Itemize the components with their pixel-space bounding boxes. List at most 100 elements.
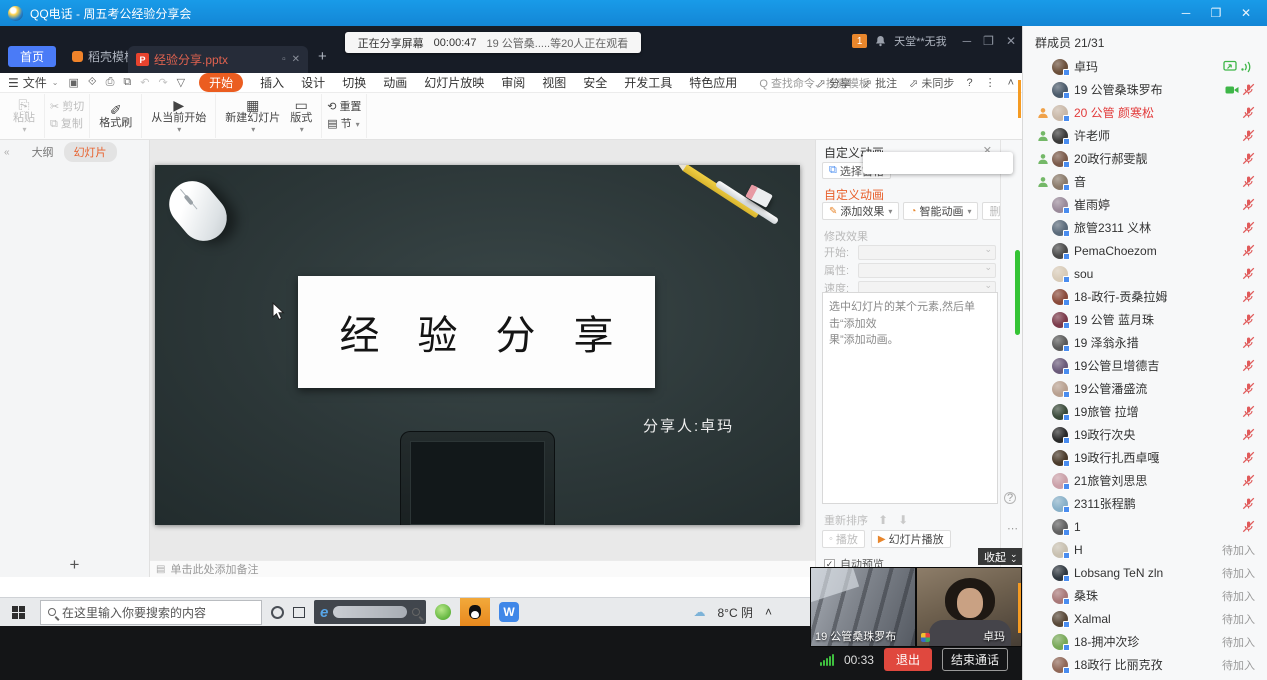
bell-icon[interactable]	[875, 35, 886, 47]
menu-tab-视图[interactable]: 视图	[542, 74, 566, 91]
ribbon-节[interactable]: ▤节▾	[327, 117, 361, 132]
member-row[interactable]: 19政行次央	[1023, 423, 1267, 446]
ribbon-复制[interactable]: ⧉复制	[50, 117, 84, 132]
menu-tab-切换[interactable]: 切换	[342, 74, 366, 91]
menu-tab-开发工具[interactable]: 开发工具	[624, 74, 672, 91]
more-icon[interactable]: ⋯	[1007, 522, 1018, 535]
smart-animation-button[interactable]: ◔智能动画▾	[903, 202, 978, 220]
quick-icon[interactable]: ▣	[68, 76, 78, 89]
tab-presentation-file[interactable]: P 经验分享.pptx ▫ ✕	[128, 46, 308, 73]
quick-icon[interactable]: ↷	[158, 76, 167, 89]
menu-end-icon[interactable]: ?	[966, 77, 972, 89]
move-up-icon[interactable]: ⬆	[878, 513, 888, 527]
member-row[interactable]: H待加入	[1023, 538, 1267, 561]
member-row[interactable]: 20政行郝雯靓	[1023, 147, 1267, 170]
member-row[interactable]: 2311张程鹏	[1023, 492, 1267, 515]
member-row[interactable]: 19 公管桑珠罗布	[1023, 78, 1267, 101]
menu-tab-插入[interactable]: 插入	[260, 74, 284, 91]
tab-close-icon[interactable]: ✕	[292, 54, 300, 65]
weather-text[interactable]: 8°C 阴	[718, 604, 753, 621]
add-slide-button[interactable]: +	[0, 555, 149, 575]
quick-icon[interactable]: ⎙	[106, 76, 115, 89]
ribbon-版式[interactable]: ▭版式▾	[286, 97, 316, 135]
member-row[interactable]: 崔雨婷	[1023, 193, 1267, 216]
animation-list-box[interactable]: 选中幻灯片的某个元素,然后单击“添加效 果”添加动画。	[822, 292, 998, 504]
member-row[interactable]: 卓玛	[1023, 55, 1267, 78]
wps-minimize-button[interactable]: ─	[963, 34, 972, 48]
right-tool-strip[interactable]	[1000, 140, 1022, 577]
quick-icon[interactable]: ↶	[140, 76, 149, 89]
member-row[interactable]: 音	[1023, 170, 1267, 193]
exit-button[interactable]: 退出	[884, 648, 932, 671]
property-select[interactable]	[858, 263, 996, 278]
start-select[interactable]	[858, 245, 996, 260]
collapse-panel-icon[interactable]: «	[4, 147, 10, 158]
cortana-icon[interactable]	[271, 606, 284, 619]
tab-pin-icon[interactable]: ▫	[282, 54, 286, 65]
member-row[interactable]: 桑珠待加入	[1023, 584, 1267, 607]
collapse-panel-button[interactable]: 收起 ⌄⌄	[978, 548, 1024, 565]
wps-maximize-button[interactable]: ❐	[983, 34, 994, 48]
account-name[interactable]: 天堂**无我	[894, 33, 947, 49]
tab-outline[interactable]: 大纲	[32, 144, 54, 160]
member-row[interactable]: 19旅管 拉增	[1023, 400, 1267, 423]
ribbon-格式刷[interactable]: ✐格式刷	[95, 102, 136, 131]
ribbon-新建幻灯片[interactable]: ▦新建幻灯片▾	[221, 97, 284, 135]
move-down-icon[interactable]: ⬇	[898, 513, 908, 527]
qq-taskbar-icon[interactable]	[460, 598, 490, 626]
browser-360-icon[interactable]	[435, 604, 451, 620]
menu-tab-开始[interactable]: 开始	[199, 73, 243, 92]
action-未同步[interactable]: ⬀ 未同步	[909, 75, 954, 91]
member-row[interactable]: 19公管潘盛流	[1023, 377, 1267, 400]
member-row[interactable]: 21旅管刘思思	[1023, 469, 1267, 492]
action-批注[interactable]: ⬀ 批注	[863, 75, 897, 91]
slide-title-box[interactable]: 经 验 分 享	[298, 276, 655, 388]
notes-bar[interactable]: ▤ 单击此处添加备注	[150, 560, 815, 577]
slideshow-button[interactable]: ▶幻灯片播放	[871, 530, 951, 548]
current-slide[interactable]: 经 验 分 享 分享人:卓玛	[155, 165, 800, 525]
new-tab-button[interactable]: +	[318, 48, 327, 65]
file-menu-button[interactable]: ☰ 文件 ⌄	[8, 74, 58, 91]
quick-icon[interactable]: ▽	[177, 76, 185, 89]
ribbon-剪切[interactable]: ✂剪切	[50, 100, 84, 115]
quick-access-toolbar[interactable]: ▣ ⟐ ⎙ ⧉ ↶ ↷ ▽	[68, 76, 185, 89]
member-row[interactable]: 1	[1023, 515, 1267, 538]
quick-icon[interactable]: ⧉	[123, 76, 131, 89]
member-row[interactable]: 19公管旦增德吉	[1023, 354, 1267, 377]
member-row[interactable]: 18-政行-贡桑拉姆	[1023, 285, 1267, 308]
member-row[interactable]: Lobsang TeN zln待加入	[1023, 561, 1267, 584]
member-row[interactable]: 19-政行-高淇婷待加入	[1023, 676, 1267, 680]
member-row[interactable]: 18政行 比丽克孜待加入	[1023, 653, 1267, 676]
menu-tab-审阅[interactable]: 审阅	[501, 74, 525, 91]
ribbon-从当前开始[interactable]: ▶从当前开始▾	[147, 97, 210, 135]
sogou-input-toolbar[interactable]	[863, 152, 1013, 174]
tab-home[interactable]: 首页	[8, 46, 56, 67]
panel-scrollbar[interactable]	[1015, 250, 1020, 335]
taskbar-search-input[interactable]: 在这里输入你要搜索的内容	[40, 600, 262, 625]
member-row[interactable]: PemaChoezom	[1023, 239, 1267, 262]
menu-tab-幻灯片放映[interactable]: 幻灯片放映	[424, 74, 484, 91]
wps-taskbar-icon[interactable]: W	[499, 602, 519, 622]
menu-tab-特色应用[interactable]: 特色应用	[689, 74, 737, 91]
minimize-button[interactable]: ─	[1173, 6, 1199, 20]
menu-tab-动画[interactable]: 动画	[383, 74, 407, 91]
member-row[interactable]: 19政行扎西卓嘎	[1023, 446, 1267, 469]
wps-close-button[interactable]: ✕	[1006, 34, 1016, 48]
quick-icon[interactable]: ⟐	[88, 76, 97, 89]
add-effect-button[interactable]: ✎添加效果▾	[822, 202, 899, 220]
member-row[interactable]: 19 泽翁永措	[1023, 331, 1267, 354]
maximize-button[interactable]: ❐	[1203, 6, 1229, 20]
end-call-button[interactable]: 结束通话	[942, 648, 1008, 671]
tab-slides[interactable]: 幻灯片	[64, 142, 117, 162]
video-tile-camera-1[interactable]: 19 公管桑珠罗布	[810, 567, 916, 647]
member-row[interactable]: 20 公管 颜寒松	[1023, 101, 1267, 124]
menu-tab-设计[interactable]: 设计	[301, 74, 325, 91]
help-icon[interactable]: ?	[1004, 492, 1016, 504]
slide-canvas-area[interactable]: 经 验 分 享 分享人:卓玛	[150, 140, 815, 560]
ribbon-重置[interactable]: ⟲重置	[327, 100, 361, 115]
member-row[interactable]: Xalmal待加入	[1023, 607, 1267, 630]
notification-badge[interactable]: 1	[852, 34, 867, 48]
menu-end-icon[interactable]: ˄	[1008, 77, 1014, 89]
member-row[interactable]: 旅管2311 义林	[1023, 216, 1267, 239]
menu-end-icon[interactable]: ⋮	[985, 76, 996, 89]
